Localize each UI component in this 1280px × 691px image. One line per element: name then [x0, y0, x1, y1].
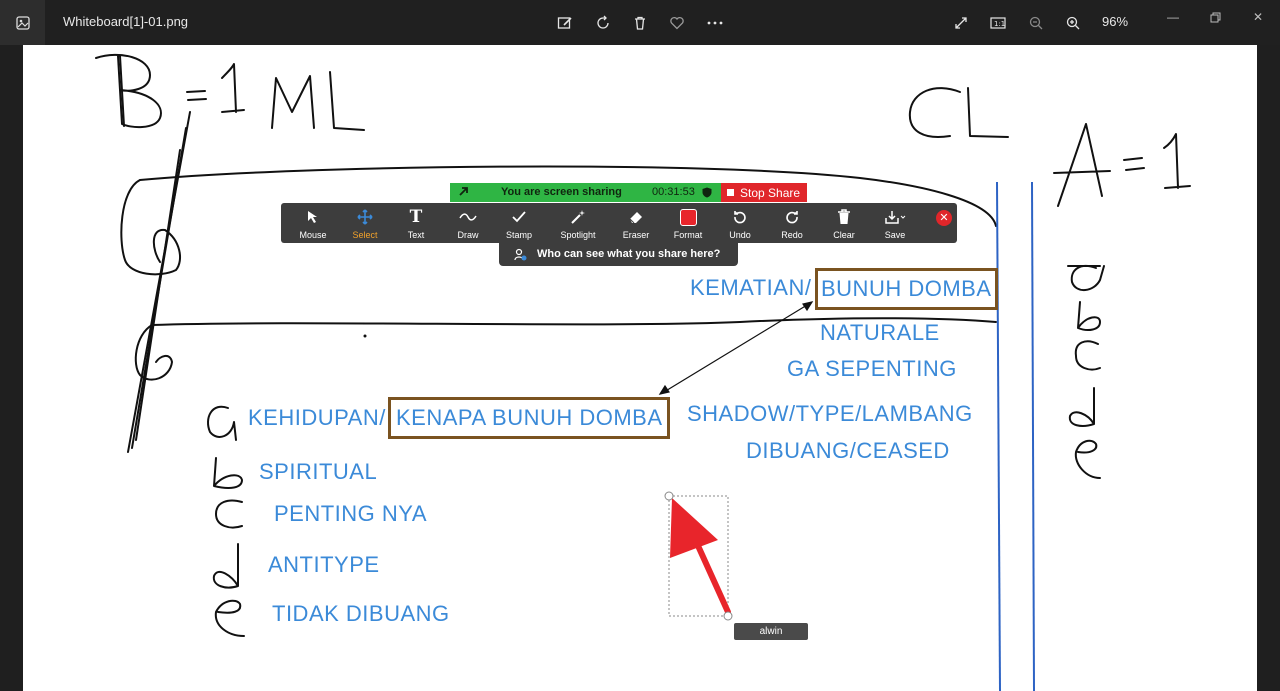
- who-can-see-label: Who can see what you share here?: [537, 248, 721, 260]
- text-icon: T: [409, 207, 423, 227]
- tool-redo[interactable]: Redo: [766, 203, 818, 243]
- tool-save-label: Save: [884, 230, 906, 240]
- tool-stamp-label: Stamp: [505, 230, 532, 240]
- right-item-4: DIBUANG/CEASED: [746, 438, 950, 463]
- mouse-pointer-icon: [287, 208, 339, 226]
- tool-text[interactable]: T Text: [390, 203, 442, 243]
- share-timer: 00:31:53: [652, 186, 695, 198]
- close-toolbar-icon[interactable]: ✕: [936, 210, 952, 226]
- tool-clear-label: Clear: [833, 230, 855, 240]
- shield-icon: [702, 187, 712, 201]
- right-item-1: NATURALE: [820, 320, 940, 345]
- stop-share-button[interactable]: Stop Share: [721, 183, 807, 202]
- handwriting-ink: [95, 53, 1191, 691]
- right-item-3: SHADOW/TYPE/LAMBANG: [687, 401, 973, 426]
- eraser-icon: [610, 208, 662, 226]
- right-top-plain: KEMATIAN/: [690, 275, 812, 300]
- checkmark-stamp-icon: [493, 208, 545, 226]
- right-boxed-frame: BUNUH DOMBA: [815, 268, 998, 310]
- undo-icon: [714, 208, 766, 226]
- tool-eraser[interactable]: Eraser: [610, 203, 662, 243]
- tool-format[interactable]: Format: [662, 203, 714, 243]
- left-item-e: TIDAK DIBUANG: [272, 601, 450, 626]
- sharing-status: You are screen sharing: [501, 186, 622, 198]
- tool-clear[interactable]: Clear: [818, 203, 870, 243]
- tool-format-label: Format: [673, 230, 703, 240]
- annotator-name-tag: alwin: [734, 623, 808, 640]
- left-item-d: ANTITYPE: [268, 552, 380, 577]
- redo-icon: [766, 208, 818, 226]
- right-item-2: GA SEPENTING: [787, 356, 957, 381]
- left-boxed-text: KENAPA BUNUH DOMBA: [396, 405, 663, 430]
- tool-undo-label: Undo: [729, 230, 751, 240]
- tool-stamp[interactable]: Stamp: [493, 203, 545, 243]
- color-swatch-icon: [662, 208, 714, 226]
- tool-eraser-label: Eraser: [622, 230, 650, 240]
- screen-sharing-banner[interactable]: You are screen sharing 00:31:53: [450, 183, 721, 202]
- left-item-c: PENTING NYA: [274, 501, 428, 526]
- stop-icon: [727, 189, 734, 196]
- tool-mouse[interactable]: Mouse: [287, 203, 339, 243]
- move-select-icon: [339, 208, 391, 226]
- share-arrow-icon: [458, 185, 470, 200]
- annotation-toolbar: Mouse Select T Text Draw Stamp Spotlight…: [281, 203, 957, 243]
- who-can-see-button[interactable]: Who can see what you share here?: [499, 243, 738, 266]
- tool-draw[interactable]: Draw: [442, 203, 494, 243]
- tool-draw-label: Draw: [457, 230, 479, 240]
- right-boxed-text: BUNUH DOMBA: [821, 276, 992, 301]
- draw-squiggle-icon: [442, 208, 494, 226]
- stop-share-label: Stop Share: [740, 185, 801, 200]
- tool-undo[interactable]: Undo: [714, 203, 766, 243]
- tool-redo-label: Redo: [781, 230, 803, 240]
- save-download-icon: [869, 208, 921, 226]
- left-item-b: SPIRITUAL: [259, 459, 378, 484]
- trash-icon: [818, 208, 870, 226]
- tool-save[interactable]: Save: [869, 203, 921, 243]
- tool-mouse-label: Mouse: [299, 230, 327, 240]
- spotlight-wand-icon: [552, 208, 604, 226]
- person-icon: [514, 248, 527, 264]
- left-item-a: KEHIDUPAN/: [248, 405, 386, 430]
- tool-select-label: Select: [352, 230, 378, 240]
- tool-select[interactable]: Select: [339, 203, 391, 243]
- left-boxed-frame: KENAPA BUNUH DOMBA: [388, 397, 670, 439]
- tool-spotlight-label: Spotlight: [560, 230, 596, 240]
- tool-text-label: Text: [407, 230, 425, 240]
- tool-spotlight[interactable]: Spotlight: [552, 203, 604, 243]
